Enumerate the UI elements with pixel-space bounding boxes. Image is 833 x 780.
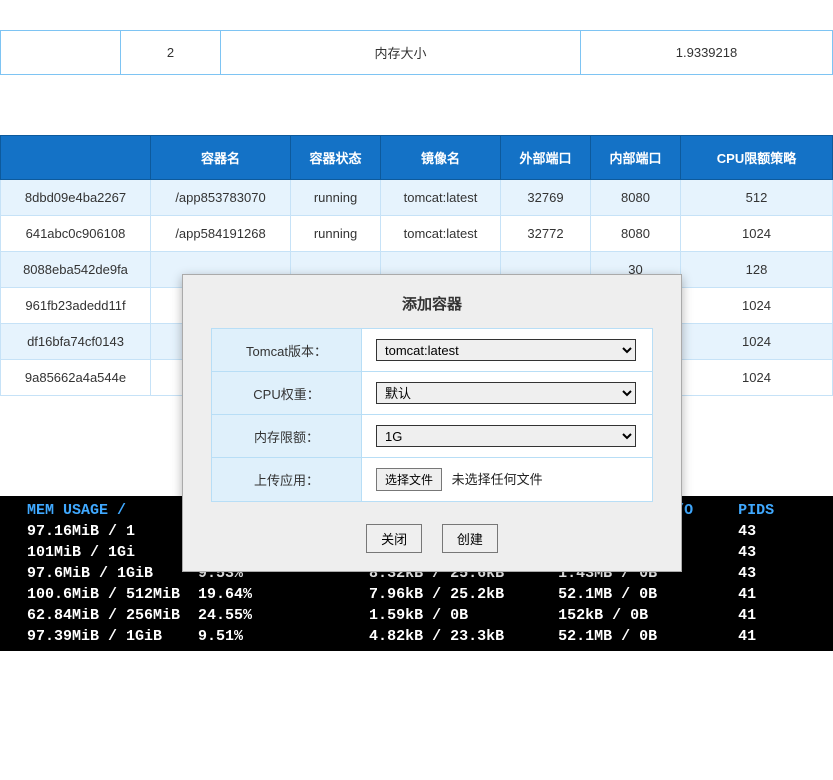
cpu-weight-select[interactable]: 默认	[376, 382, 636, 404]
table-cell-intPort: 8080	[591, 180, 681, 216]
table-cell-name: /app853783070	[151, 180, 291, 216]
table-row[interactable]: 8dbd09e4ba2267/app853783070runningtomcat…	[1, 180, 833, 216]
close-button[interactable]: 关闭	[366, 524, 422, 553]
top-cell-3: 1.9339218	[581, 31, 833, 75]
modal-title: 添加容器	[183, 275, 681, 328]
modal-footer: 关闭 创建	[183, 514, 681, 571]
table-cell-cpu: 1024	[681, 288, 833, 324]
table-cell-extPort: 32772	[501, 216, 591, 252]
table-cell-id: 8dbd09e4ba2267	[1, 180, 151, 216]
table-cell-image: tomcat:latest	[381, 180, 501, 216]
modal-form-table: Tomcat版本： tomcat:latest CPU权重： 默认 内存限额：	[211, 328, 653, 502]
upload-app-label: 上传应用：	[212, 458, 362, 502]
table-cell-id: 8088eba542de9fa	[1, 252, 151, 288]
top-cell-1: 2	[121, 31, 221, 75]
tomcat-version-cell: tomcat:latest	[362, 329, 653, 372]
cpu-weight-cell: 默认	[362, 372, 653, 415]
add-container-modal: 添加容器 Tomcat版本： tomcat:latest CPU权重： 默认	[182, 274, 682, 572]
table-cell-intPort: 8080	[591, 216, 681, 252]
col-intport: 内部端口	[591, 136, 681, 180]
create-button[interactable]: 创建	[442, 524, 498, 553]
top-summary-row: 2 内存大小 1.9339218	[1, 31, 833, 75]
terminal-line: 100.6MiB / 512MiB 19.64% 7.96kB / 25.2kB…	[0, 584, 833, 605]
table-cell-status: running	[291, 216, 381, 252]
col-name: 容器名	[151, 136, 291, 180]
table-cell-status: running	[291, 180, 381, 216]
table-cell-id: 961fb23adedd11f	[1, 288, 151, 324]
container-table-header-row: 容器名 容器状态 镜像名 外部端口 内部端口 CPU限额策略	[1, 136, 833, 180]
cpu-weight-label: CPU权重：	[212, 372, 362, 415]
top-cell-2: 内存大小	[221, 31, 581, 75]
file-status-text: 未选择任何文件	[452, 472, 543, 487]
memory-limit-cell: 1G	[362, 415, 653, 458]
table-cell-cpu: 512	[681, 180, 833, 216]
choose-file-button[interactable]: 选择文件	[376, 468, 442, 491]
col-image: 镜像名	[381, 136, 501, 180]
table-cell-cpu: 1024	[681, 324, 833, 360]
top-cell-0	[1, 31, 121, 75]
upload-app-cell: 选择文件 未选择任何文件	[362, 458, 653, 502]
top-summary-table: 2 内存大小 1.9339218	[0, 30, 833, 75]
terminal-line: 97.39MiB / 1GiB 9.51% 4.82kB / 23.3kB 52…	[0, 626, 833, 647]
table-row[interactable]: 641abc0c906108/app584191268runningtomcat…	[1, 216, 833, 252]
table-cell-extPort: 32769	[501, 180, 591, 216]
tomcat-version-select[interactable]: tomcat:latest	[376, 339, 636, 361]
memory-limit-select[interactable]: 1G	[376, 425, 636, 447]
table-cell-id: 9a85662a4a544e	[1, 360, 151, 396]
table-cell-image: tomcat:latest	[381, 216, 501, 252]
col-status: 容器状态	[291, 136, 381, 180]
table-cell-name: /app584191268	[151, 216, 291, 252]
tomcat-version-label: Tomcat版本：	[212, 329, 362, 372]
modal-body: Tomcat版本： tomcat:latest CPU权重： 默认 内存限额：	[183, 328, 681, 514]
table-cell-id: 641abc0c906108	[1, 216, 151, 252]
table-cell-cpu: 1024	[681, 216, 833, 252]
table-cell-cpu: 128	[681, 252, 833, 288]
table-cell-id: df16bfa74cf0143	[1, 324, 151, 360]
col-extport: 外部端口	[501, 136, 591, 180]
col-cpu: CPU限额策略	[681, 136, 833, 180]
terminal-line: 62.84MiB / 256MiB 24.55% 1.59kB / 0B 152…	[0, 605, 833, 626]
table-cell-cpu: 1024	[681, 360, 833, 396]
memory-limit-label: 内存限额：	[212, 415, 362, 458]
col-id	[1, 136, 151, 180]
